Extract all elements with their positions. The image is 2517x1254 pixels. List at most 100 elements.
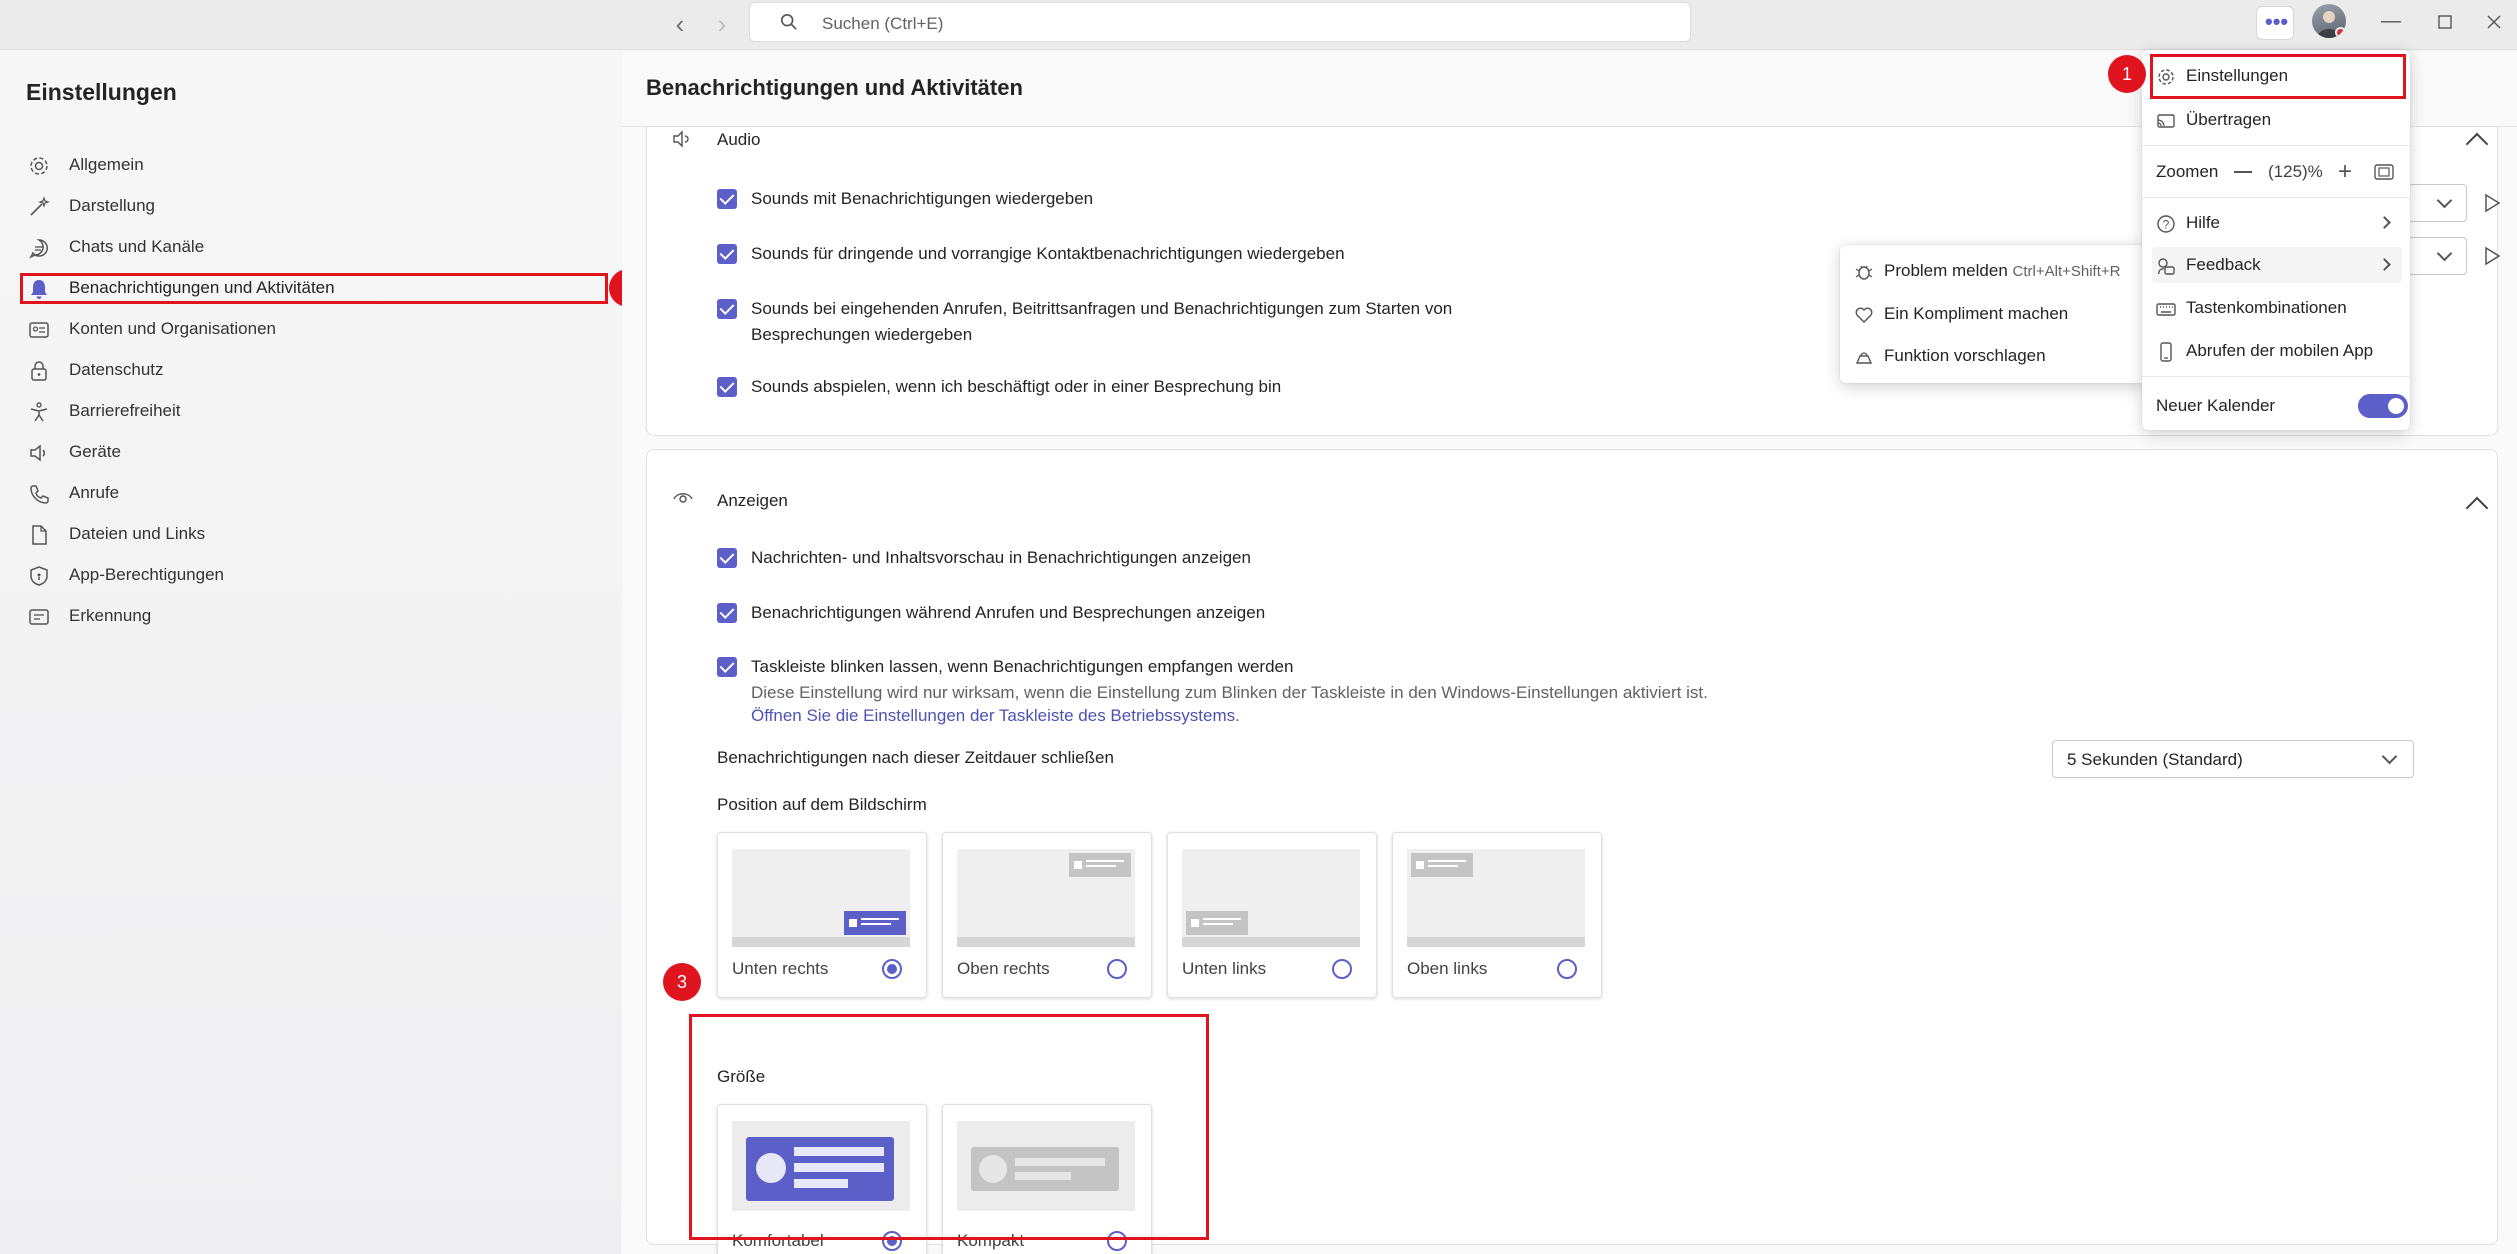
checkbox[interactable] — [717, 189, 737, 209]
taskbar-link-row: Öffnen Sie die Einstellungen der Tasklei… — [751, 703, 1240, 729]
checkbox[interactable] — [717, 603, 737, 623]
menu-item-label: Neuer Kalender — [2156, 396, 2276, 415]
sidebar-item-label: Barrierefreiheit — [69, 401, 181, 420]
more-options-menu: Einstellungen Übertragen Zoomen (125)% +… — [2142, 50, 2410, 430]
search-input[interactable]: Suchen (Ctrl+E) — [749, 2, 1691, 42]
sidebar-item-chats[interactable]: Chats und Kanäle — [24, 230, 604, 264]
zoom-value: (125)% — [2268, 162, 2323, 181]
play-icon[interactable] — [2483, 193, 2501, 213]
fit-screen-icon[interactable] — [2374, 164, 2394, 180]
shortcut-label: Ctrl+Alt+Shift+R — [2012, 263, 2121, 280]
sidebar-item-label: Dateien und Links — [69, 524, 206, 543]
presence-badge — [2335, 27, 2346, 38]
sidebar-item-privacy[interactable]: Datenschutz — [24, 353, 604, 387]
sidebar-item-accounts[interactable]: Konten und Organisationen — [24, 312, 604, 346]
position-radio-selected[interactable] — [882, 959, 902, 979]
play-icon[interactable] — [2483, 246, 2501, 266]
new-calendar-toggle[interactable] — [2358, 394, 2408, 418]
sidebar-item-label: Geräte — [69, 442, 121, 461]
close-icon[interactable] — [2479, 10, 2509, 36]
title-bar: ‹ › Suchen (Ctrl+E) ••• — — [0, 0, 2517, 50]
checkbox[interactable] — [717, 299, 737, 319]
sidebar-item-devices[interactable]: Geräte — [24, 435, 604, 469]
sidebar-item-general[interactable]: Allgemein — [24, 148, 604, 182]
bug-icon — [1855, 265, 1873, 280]
checkbox[interactable] — [717, 548, 737, 568]
position-radio[interactable] — [1557, 959, 1577, 979]
zoom-in-icon[interactable]: + — [2338, 160, 2352, 184]
menu-item-feedback[interactable]: Feedback — [2152, 247, 2402, 283]
preview-image — [1407, 849, 1585, 947]
accessibility-icon — [30, 402, 48, 422]
search-icon — [780, 13, 797, 30]
menu-item-shortcuts[interactable]: Tastenkombinationen — [2152, 290, 2402, 326]
position-label-item: Unten rechts — [732, 959, 829, 978]
checkbox[interactable] — [717, 377, 737, 397]
menu-item-label: Tastenkombinationen — [2186, 298, 2347, 317]
menu-item-label: Übertragen — [2186, 110, 2272, 129]
sidebar-item-label: App-Berechtigungen — [69, 565, 225, 584]
sidebar-item-accessibility[interactable]: Barrierefreiheit — [24, 394, 604, 428]
menu-item-compliment[interactable]: Ein Kompliment machen — [1850, 296, 2140, 332]
display-section: Anzeigen Nachrichten- und Inhaltsvorscha… — [646, 449, 2498, 1254]
step-badge-3: 3 — [663, 963, 701, 1001]
menu-item-mobile-app[interactable]: Abrufen der mobilen App — [2152, 333, 2402, 369]
report-label: Problem melden — [1884, 261, 2008, 280]
chevron-right-icon — [2378, 216, 2391, 229]
minimize-icon[interactable]: — — [2376, 10, 2406, 36]
sidebar-item-recognition[interactable]: Erkennung — [24, 599, 604, 633]
forward-icon[interactable]: › — [707, 10, 737, 40]
shield-icon — [30, 566, 48, 586]
menu-item-help[interactable]: ? Hilfe — [2152, 205, 2402, 241]
option-label: Sounds bei eingehenden Anrufen, Beitritt… — [751, 299, 1453, 318]
checkbox[interactable] — [717, 657, 737, 677]
help-icon: ? — [2157, 215, 2175, 233]
checkbox[interactable] — [717, 244, 737, 264]
feedback-icon — [2158, 258, 2175, 275]
position-label-item: Oben links — [1407, 959, 1488, 978]
back-icon[interactable]: ‹ — [665, 10, 695, 40]
avatar[interactable] — [2312, 4, 2346, 38]
position-radio[interactable] — [1107, 959, 1127, 979]
taskbar-settings-link[interactable]: Öffnen Sie die Einstellungen der Tasklei… — [751, 706, 1235, 725]
mobile-phone-icon — [2160, 342, 2172, 362]
highlight-box-settings — [2150, 54, 2406, 99]
position-tile-bottom-right[interactable]: Unten rechts — [717, 832, 927, 998]
position-tile-top-right[interactable]: Oben rechts — [942, 832, 1152, 998]
collapse-display-icon[interactable] — [2465, 496, 2489, 520]
menu-item-cast[interactable]: Übertragen — [2152, 102, 2402, 138]
menu-item-suggest-feature[interactable]: Funktion vorschlagen — [1850, 338, 2140, 374]
heart-icon — [1855, 307, 1873, 323]
sidebar-item-appearance[interactable]: Darstellung — [24, 189, 604, 223]
more-options-button[interactable]: ••• — [2256, 6, 2294, 40]
menu-item-label: Ein Kompliment machen — [1884, 304, 2069, 323]
zoom-out-icon[interactable] — [2234, 171, 2252, 173]
close-after-select[interactable]: 5 Sekunden (Standard) — [2052, 740, 2414, 778]
sidebar-item-label: Konten und Organisationen — [69, 319, 276, 338]
cast-icon — [2157, 114, 2175, 128]
menu-item-zoom: Zoomen (125)% + — [2152, 154, 2402, 190]
maximize-icon[interactable] — [2430, 10, 2460, 36]
sidebar-item-label: Darstellung — [69, 196, 155, 215]
chat-icon — [29, 239, 48, 259]
option-label: Taskleiste blinken lassen, wenn Benachri… — [751, 657, 1294, 676]
sidebar-item-label: Erkennung — [69, 606, 152, 625]
menu-divider — [2142, 376, 2410, 377]
menu-item-report-problem[interactable]: Problem melden Ctrl+Alt+Shift+R — [1850, 253, 2140, 289]
sidebar-item-files[interactable]: Dateien und Links — [24, 517, 604, 551]
zoom-label: Zoomen — [2156, 162, 2219, 181]
collapse-audio-icon[interactable] — [2465, 132, 2489, 156]
chevron-right-icon — [2378, 258, 2391, 271]
position-tile-bottom-left[interactable]: Unten links — [1167, 832, 1377, 998]
position-radio[interactable] — [1332, 959, 1352, 979]
page-title: Benachrichtigungen und Aktivitäten — [646, 75, 1023, 100]
option-label-cont: Besprechungen wiedergeben — [751, 325, 973, 344]
feedback-submenu: Problem melden Ctrl+Alt+Shift+R Ein Komp… — [1840, 245, 2148, 383]
position-tile-top-left[interactable]: Oben links — [1392, 832, 1602, 998]
menu-divider — [2142, 197, 2410, 198]
sidebar-item-app-permissions[interactable]: App-Berechtigungen — [24, 558, 604, 592]
svg-text:?: ? — [2163, 218, 2170, 232]
menu-item-new-calendar[interactable]: Neuer Kalender — [2152, 388, 2408, 424]
preview-image — [957, 849, 1135, 947]
sidebar-item-calls[interactable]: Anrufe — [24, 476, 604, 510]
